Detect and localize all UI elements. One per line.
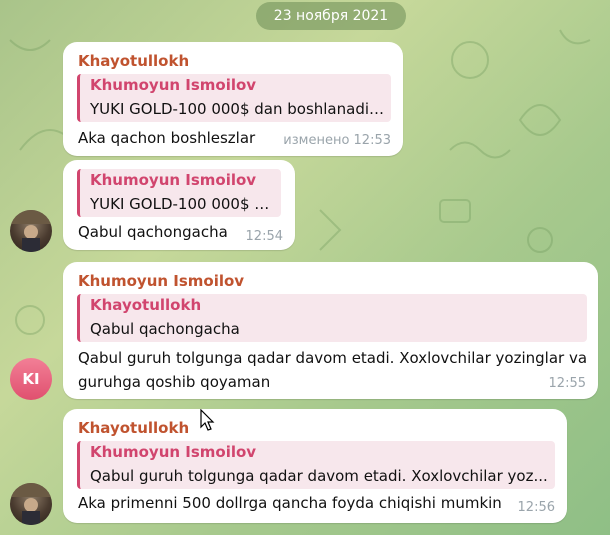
mouse-cursor-icon: [200, 409, 215, 431]
message-bubble[interactable]: Khumoyun Ismoilov Khayotullokh Qabul qac…: [63, 262, 598, 399]
message-time: изменено 12:53: [283, 133, 391, 148]
date-separator: 23 ноября 2021: [256, 2, 406, 30]
message-time: 12:55: [548, 376, 586, 391]
message-time: 12:54: [245, 229, 283, 244]
message-sender[interactable]: Khayotullokh: [78, 419, 189, 437]
message-sender[interactable]: Khayotullokh: [78, 52, 189, 70]
message-time: 12:56: [517, 500, 555, 515]
reply-sender: Khumoyun Ismoilov: [90, 171, 257, 189]
sender-avatar[interactable]: [10, 483, 52, 525]
reply-quote[interactable]: Khumoyun Ismoilov Qabul guruh tolgunga q…: [77, 441, 555, 489]
reply-text: Qabul qachongacha: [90, 320, 240, 338]
reply-sender: Khayotullokh: [90, 296, 202, 314]
reply-text: YUKI GOLD-100 000$ dan boshlanadi ...: [90, 100, 385, 118]
reply-text: Qabul guruh tolgunga qadar davom etadi. …: [90, 467, 548, 485]
reply-sender: Khumoyun Ismoilov: [90, 76, 257, 94]
sender-avatar[interactable]: KI: [10, 358, 52, 400]
message-text: Qabul qachongacha: [78, 223, 228, 241]
message-bubble[interactable]: Khayotullokh Khumoyun Ismoilov YUKI GOLD…: [63, 42, 403, 156]
message-bubble[interactable]: Khayotullokh Khumoyun Ismoilov Qabul gur…: [63, 409, 567, 523]
reply-quote[interactable]: Khumoyun Ismoilov YUKI GOLD-100 000$ dan…: [77, 74, 391, 122]
message-bubble[interactable]: Khumoyun Ismoilov YUKI GOLD-100 000$ d..…: [63, 160, 295, 250]
reply-quote[interactable]: Khayotullokh Qabul qachongacha: [77, 294, 587, 342]
avatar-photo-icon: [10, 210, 52, 252]
message-text: Aka primenni 500 dollrga qancha foyda ch…: [78, 494, 502, 512]
message-text: Aka qachon boshleszlar: [78, 129, 256, 147]
sender-avatar[interactable]: [10, 210, 52, 252]
avatar-photo-icon: [10, 483, 52, 525]
reply-quote[interactable]: Khumoyun Ismoilov YUKI GOLD-100 000$ d..…: [77, 169, 281, 217]
reply-sender: Khumoyun Ismoilov: [90, 443, 257, 461]
reply-text: YUKI GOLD-100 000$ d...: [90, 195, 275, 213]
message-text: Qabul guruh tolgunga qadar davom etadi. …: [78, 349, 588, 391]
message-sender[interactable]: Khumoyun Ismoilov: [78, 272, 244, 290]
